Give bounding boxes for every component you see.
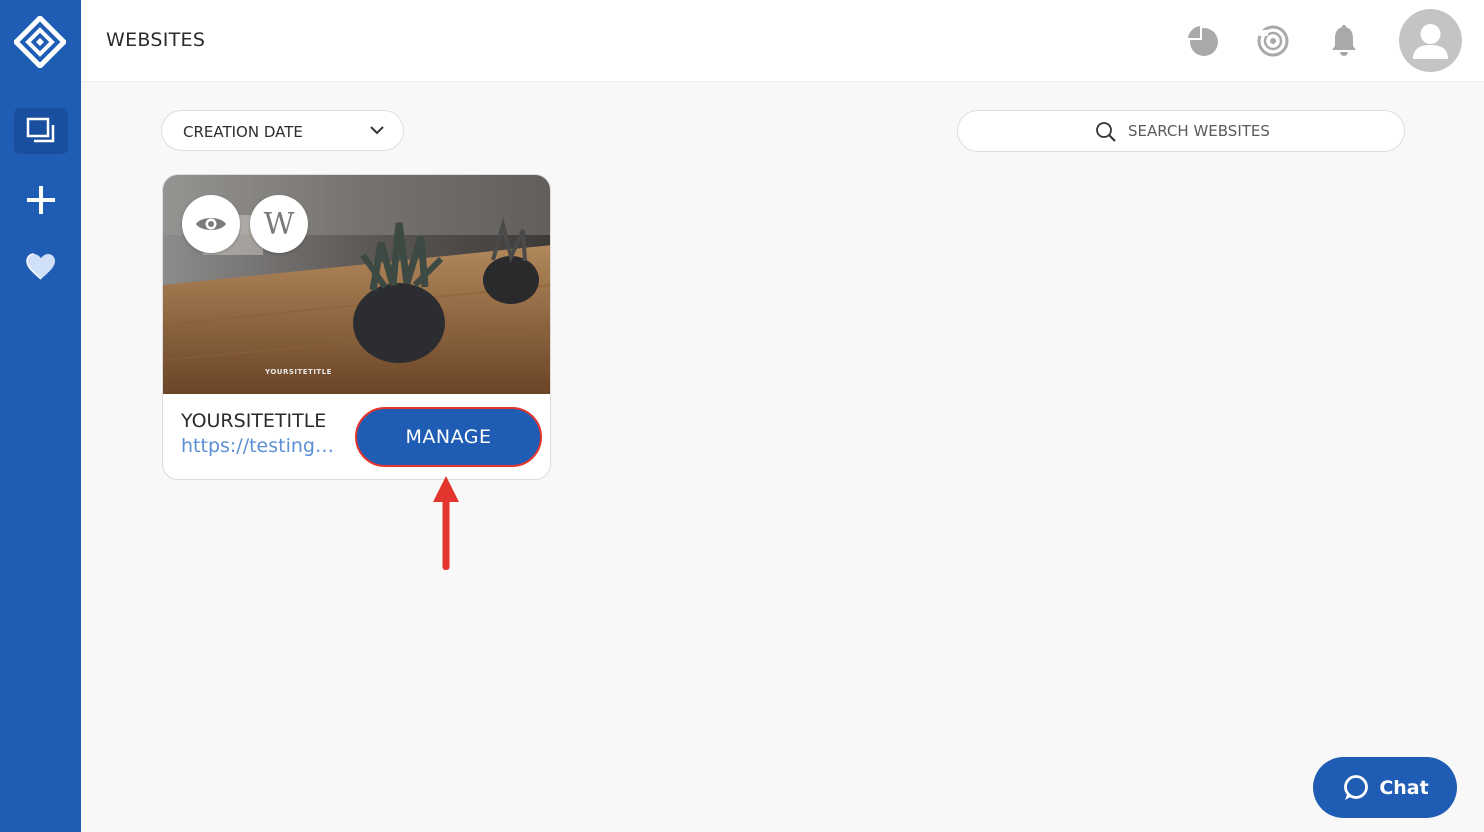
- chat-button[interactable]: Chat: [1313, 757, 1457, 818]
- analytics-button[interactable]: [1184, 22, 1222, 60]
- websites-icon: [26, 117, 55, 143]
- heart-icon: [26, 253, 55, 280]
- speedometer-icon: [1257, 25, 1289, 57]
- notifications-button[interactable]: [1325, 22, 1363, 60]
- site-title: YOURSITETITLE: [181, 410, 327, 432]
- sidebar-item-add-website[interactable]: [14, 177, 68, 223]
- eye-icon: [196, 218, 226, 230]
- thumbnail-site-title: YOURSITETITLE: [265, 368, 332, 376]
- top-bar: WEBSITES: [81, 0, 1484, 82]
- search-icon: [1096, 122, 1116, 142]
- chevron-down-icon: [370, 126, 384, 135]
- sidebar-item-websites[interactable]: [14, 108, 68, 154]
- user-avatar[interactable]: [1399, 9, 1462, 72]
- speed-button[interactable]: [1254, 22, 1292, 60]
- site-url-link[interactable]: https://testing…: [181, 435, 346, 457]
- wordpress-icon: W: [263, 206, 295, 242]
- sort-selected-value: CREATION DATE: [183, 123, 303, 141]
- manage-button[interactable]: MANAGE: [355, 407, 542, 467]
- annotation-arrow-icon: [433, 476, 459, 570]
- chat-label: Chat: [1379, 776, 1429, 799]
- bell-icon: [1332, 25, 1356, 56]
- pie-chart-icon: [1188, 26, 1218, 56]
- user-icon: [1413, 24, 1448, 59]
- chat-bubble-icon: [1344, 774, 1369, 800]
- preview-site-button[interactable]: [182, 195, 240, 253]
- sort-dropdown[interactable]: CREATION DATE: [161, 110, 404, 151]
- wordpress-admin-button[interactable]: W: [250, 195, 308, 253]
- sidebar: [0, 0, 81, 832]
- page-title: WEBSITES: [106, 29, 206, 51]
- search-input[interactable]: [1128, 121, 1378, 141]
- website-card: YOURSITETITLE W YOURSITETITLE https://te…: [162, 174, 551, 480]
- sidebar-item-favorites[interactable]: [14, 244, 68, 290]
- brand-logo-icon[interactable]: [12, 14, 68, 70]
- plus-icon: [27, 186, 55, 214]
- search-box[interactable]: [957, 110, 1405, 152]
